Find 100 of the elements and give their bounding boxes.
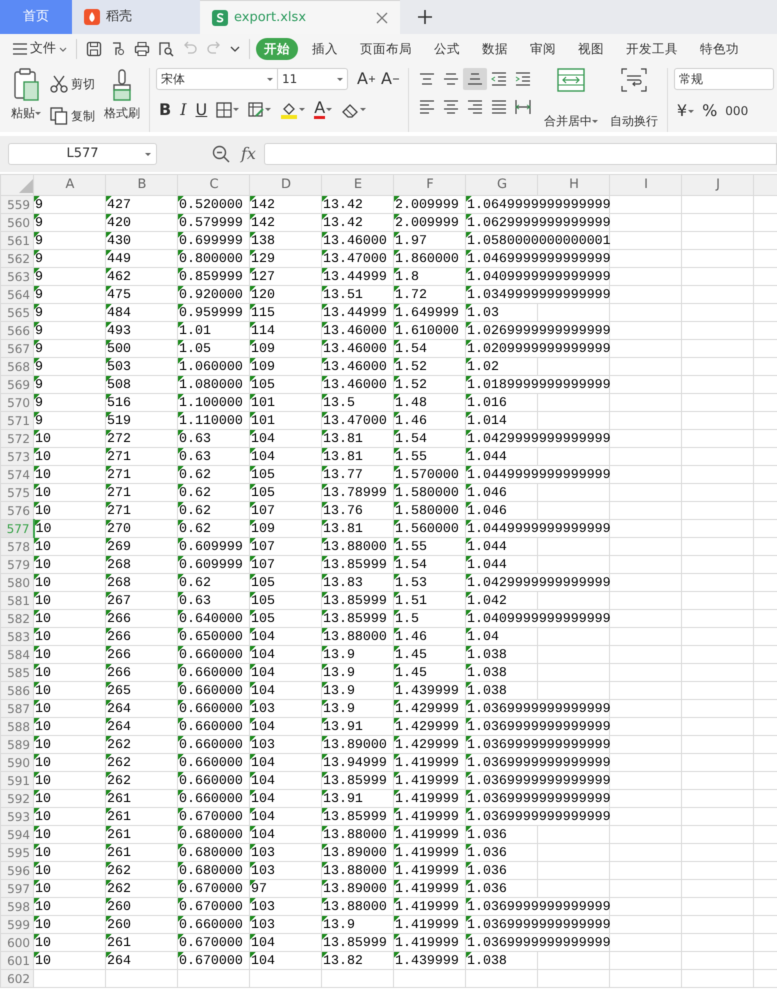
font-color-button[interactable]: A	[311, 98, 336, 121]
row-header[interactable]: 582	[0, 610, 34, 628]
number-format-select[interactable]: 常规	[674, 68, 774, 90]
ribbon-tab[interactable]: 插入	[304, 38, 346, 60]
row-header[interactable]: 573	[0, 448, 34, 466]
row-header[interactable]: 600	[0, 934, 34, 952]
dropdown-icon[interactable]	[230, 45, 240, 53]
row-header[interactable]: 571	[0, 412, 34, 430]
underline-button[interactable]: U	[192, 98, 210, 120]
column-header[interactable]: F	[394, 174, 466, 196]
ribbon-tab[interactable]: 视图	[570, 38, 612, 60]
row-header[interactable]: 563	[0, 268, 34, 286]
close-icon[interactable]	[376, 12, 388, 24]
row-header[interactable]: 559	[0, 196, 34, 214]
ribbon-tab[interactable]: 开发工具	[618, 38, 686, 60]
ribbon-tab[interactable]: 开始	[256, 38, 298, 60]
column-header[interactable]: B	[106, 174, 178, 196]
column-header[interactable]: H	[538, 174, 610, 196]
row-header[interactable]: 564	[0, 286, 34, 304]
ribbon-tab[interactable]: 数据	[474, 38, 516, 60]
tab[interactable]: 稻壳	[72, 0, 200, 34]
row-header[interactable]: 592	[0, 790, 34, 808]
row-header[interactable]: 569	[0, 376, 34, 394]
row-header[interactable]: 576	[0, 502, 34, 520]
row-header[interactable]: 584	[0, 646, 34, 664]
row-header[interactable]: 590	[0, 754, 34, 772]
row-header[interactable]: 597	[0, 880, 34, 898]
row-header[interactable]: 570	[0, 394, 34, 412]
row-header[interactable]: 588	[0, 718, 34, 736]
font-select[interactable]: 宋体	[156, 68, 278, 90]
column-header[interactable]: C	[178, 174, 250, 196]
print-preview-icon[interactable]	[158, 41, 174, 57]
table-cell: 264	[106, 718, 178, 736]
row-header[interactable]: 566	[0, 322, 34, 340]
row-header[interactable]: 598	[0, 898, 34, 916]
copy-button[interactable]: 复制	[47, 105, 98, 127]
row-header[interactable]: 561	[0, 232, 34, 250]
row-header[interactable]: 565	[0, 304, 34, 322]
formula-input[interactable]	[264, 143, 777, 165]
currency-button[interactable]: ¥	[674, 100, 698, 122]
scissors-icon	[50, 75, 68, 93]
row-header[interactable]: 580	[0, 574, 34, 592]
bold-button[interactable]: B	[156, 98, 174, 120]
increase-font-button[interactable]: A	[354, 68, 378, 90]
row-header[interactable]: 567	[0, 340, 34, 358]
row-header[interactable]: 587	[0, 700, 34, 718]
row-header[interactable]: 594	[0, 826, 34, 844]
thousands-button[interactable]: 000	[722, 100, 752, 122]
row-header[interactable]: 599	[0, 916, 34, 934]
column-header[interactable]: J	[682, 174, 754, 196]
row-header[interactable]: 572	[0, 430, 34, 448]
table-cell: 142	[250, 196, 322, 214]
row-header[interactable]: 601	[0, 952, 34, 970]
tab[interactable]: 首页	[0, 0, 72, 34]
row-header[interactable]: 577	[0, 520, 34, 538]
file-menu[interactable]: 文件	[10, 39, 70, 59]
paste-button[interactable]: 粘贴	[8, 68, 44, 132]
row-header[interactable]: 581	[0, 592, 34, 610]
merge-center-button[interactable]: 合并居中	[540, 68, 601, 130]
wrap-text-button[interactable]: 自动换行	[606, 68, 661, 130]
row-header[interactable]: 585	[0, 664, 34, 682]
row-header[interactable]: 595	[0, 844, 34, 862]
column-header[interactable]: A	[34, 174, 106, 196]
table-cell: 115	[250, 304, 322, 322]
column-header[interactable]: D	[250, 174, 322, 196]
row-header[interactable]: 591	[0, 772, 34, 790]
ribbon-tab[interactable]: 特色功	[692, 38, 747, 60]
ribbon-tab[interactable]: 审阅	[522, 38, 564, 60]
percent-button[interactable]: %	[699, 100, 720, 122]
column-header[interactable]: I	[610, 174, 682, 196]
column-header[interactable]: G	[466, 174, 538, 196]
ribbon-tab[interactable]: 公式	[426, 38, 468, 60]
function-label[interactable]: fx	[241, 142, 256, 166]
row-header[interactable]: 583	[0, 628, 34, 646]
zoom-icon[interactable]	[212, 145, 230, 163]
row-header[interactable]: 593	[0, 808, 34, 826]
column-header[interactable]: E	[322, 174, 394, 196]
italic-button[interactable]: I	[177, 98, 190, 120]
tab[interactable]: export.xlsx	[200, 0, 400, 34]
format-brush-icon[interactable]	[110, 41, 126, 57]
row-header[interactable]: 596	[0, 862, 34, 880]
cut-button[interactable]: 剪切	[47, 73, 98, 95]
save-icon[interactable]	[86, 41, 102, 57]
row-header[interactable]: 578	[0, 538, 34, 556]
row-header[interactable]: 579	[0, 556, 34, 574]
row-header[interactable]: 589	[0, 736, 34, 754]
name-box[interactable]: L577	[8, 143, 157, 165]
align-button[interactable]	[462, 68, 487, 90]
font-size-select[interactable]: 11	[278, 68, 348, 90]
row-header[interactable]: 568	[0, 358, 34, 376]
row-header[interactable]: 574	[0, 466, 34, 484]
ribbon-tab[interactable]: 页面布局	[352, 38, 420, 60]
print-icon[interactable]	[134, 41, 150, 57]
row-header[interactable]: 562	[0, 250, 34, 268]
row-header[interactable]: 586	[0, 682, 34, 700]
row-header[interactable]: 560	[0, 214, 34, 232]
format-painter-button[interactable]: 格式刷	[101, 68, 143, 132]
row-header[interactable]: 602	[0, 970, 34, 988]
row-header[interactable]: 575	[0, 484, 34, 502]
decrease-font-button[interactable]: A	[378, 68, 402, 90]
